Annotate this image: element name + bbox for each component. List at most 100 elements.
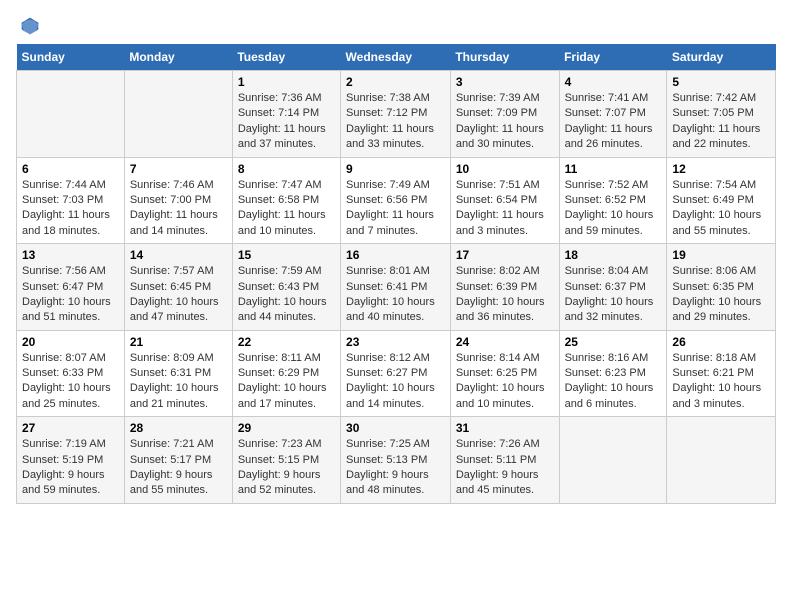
day-info: Sunrise: 7:51 AM Sunset: 6:54 PM Dayligh… bbox=[456, 178, 554, 240]
day-number: 31 bbox=[456, 421, 554, 435]
day-number: 7 bbox=[130, 162, 227, 176]
day-number: 28 bbox=[130, 421, 227, 435]
calendar-header-friday: Friday bbox=[559, 44, 667, 71]
calendar-cell: 23 Sunrise: 8:12 AM Sunset: 6:27 PM Dayli… bbox=[341, 330, 451, 417]
calendar-week-row: 6Sunrise: 7:44 AM Sunset: 7:03 PM Daylig… bbox=[17, 157, 776, 244]
day-info: Sunrise: 7:57 AM Sunset: 6:45 PM Dayligh… bbox=[130, 264, 227, 326]
day-number: 20 bbox=[22, 335, 119, 349]
day-info: Sunrise: 7:46 AM Sunset: 7:00 PM Dayligh… bbox=[130, 178, 227, 240]
calendar-cell: 19 Sunrise: 8:06 AM Sunset: 6:35 PM Dayli… bbox=[667, 244, 776, 331]
day-number: 6 bbox=[22, 162, 119, 176]
day-info: Sunrise: 7:49 AM Sunset: 6:56 PM Dayligh… bbox=[346, 178, 445, 240]
calendar-cell bbox=[124, 71, 232, 158]
calendar-cell: 26 Sunrise: 8:18 AM Sunset: 6:21 PM Dayli… bbox=[667, 330, 776, 417]
calendar-header-saturday: Saturday bbox=[667, 44, 776, 71]
calendar-cell: 4 Sunrise: 7:41 AM Sunset: 7:07 PM Daylig… bbox=[559, 71, 667, 158]
calendar-cell: 28 Sunrise: 7:21 AM Sunset: 5:17 PM Dayli… bbox=[124, 417, 232, 504]
calendar-cell: 11Sunrise: 7:52 AM Sunset: 6:52 PM Dayli… bbox=[559, 157, 667, 244]
page-header bbox=[16, 16, 776, 36]
calendar-cell: 25 Sunrise: 8:16 AM Sunset: 6:23 PM Dayli… bbox=[559, 330, 667, 417]
day-number: 4 bbox=[565, 75, 662, 89]
day-info: Sunrise: 7:59 AM Sunset: 6:43 PM Dayligh… bbox=[238, 264, 335, 326]
day-number: 27 bbox=[22, 421, 119, 435]
calendar-cell: 12 Sunrise: 7:54 AM Sunset: 6:49 PM Dayli… bbox=[667, 157, 776, 244]
calendar-cell: 22 Sunrise: 8:11 AM Sunset: 6:29 PM Dayli… bbox=[232, 330, 340, 417]
calendar-cell: 29 Sunrise: 7:23 AM Sunset: 5:15 PM Dayli… bbox=[232, 417, 340, 504]
calendar-week-row: 27 Sunrise: 7:19 AM Sunset: 5:19 PM Dayli… bbox=[17, 417, 776, 504]
calendar-cell: 1 Sunrise: 7:36 AM Sunset: 7:14 PM Daylig… bbox=[232, 71, 340, 158]
day-number: 24 bbox=[456, 335, 554, 349]
day-info: Sunrise: 8:18 AM Sunset: 6:21 PM Dayligh… bbox=[672, 351, 770, 413]
day-number: 8 bbox=[238, 162, 335, 176]
day-number: 10 bbox=[456, 162, 554, 176]
calendar-cell bbox=[559, 417, 667, 504]
calendar-cell: 2 Sunrise: 7:38 AM Sunset: 7:12 PM Daylig… bbox=[341, 71, 451, 158]
calendar-header-wednesday: Wednesday bbox=[341, 44, 451, 71]
calendar-cell: 30 Sunrise: 7:25 AM Sunset: 5:13 PM Dayli… bbox=[341, 417, 451, 504]
day-info: Sunrise: 8:12 AM Sunset: 6:27 PM Dayligh… bbox=[346, 351, 445, 413]
calendar-header-sunday: Sunday bbox=[17, 44, 125, 71]
day-info: Sunrise: 8:09 AM Sunset: 6:31 PM Dayligh… bbox=[130, 351, 227, 413]
calendar-cell: 31 Sunrise: 7:26 AM Sunset: 5:11 PM Dayli… bbox=[450, 417, 559, 504]
day-number: 9 bbox=[346, 162, 445, 176]
day-info: Sunrise: 7:23 AM Sunset: 5:15 PM Dayligh… bbox=[238, 437, 335, 499]
calendar-cell: 13Sunrise: 7:56 AM Sunset: 6:47 PM Dayli… bbox=[17, 244, 125, 331]
calendar-cell: 15 Sunrise: 7:59 AM Sunset: 6:43 PM Dayli… bbox=[232, 244, 340, 331]
day-info: Sunrise: 7:52 AM Sunset: 6:52 PM Dayligh… bbox=[565, 178, 662, 240]
day-info: Sunrise: 8:02 AM Sunset: 6:39 PM Dayligh… bbox=[456, 264, 554, 326]
day-number: 3 bbox=[456, 75, 554, 89]
day-info: Sunrise: 7:54 AM Sunset: 6:49 PM Dayligh… bbox=[672, 178, 770, 240]
day-info: Sunrise: 7:36 AM Sunset: 7:14 PM Dayligh… bbox=[238, 91, 335, 153]
day-number: 12 bbox=[672, 162, 770, 176]
calendar-header-thursday: Thursday bbox=[450, 44, 559, 71]
calendar-cell bbox=[17, 71, 125, 158]
calendar-header-monday: Monday bbox=[124, 44, 232, 71]
calendar-cell: 10 Sunrise: 7:51 AM Sunset: 6:54 PM Dayli… bbox=[450, 157, 559, 244]
day-number: 29 bbox=[238, 421, 335, 435]
calendar-cell: 6Sunrise: 7:44 AM Sunset: 7:03 PM Daylig… bbox=[17, 157, 125, 244]
day-number: 15 bbox=[238, 248, 335, 262]
calendar-cell: 16 Sunrise: 8:01 AM Sunset: 6:41 PM Dayli… bbox=[341, 244, 451, 331]
day-number: 2 bbox=[346, 75, 445, 89]
day-info: Sunrise: 7:21 AM Sunset: 5:17 PM Dayligh… bbox=[130, 437, 227, 499]
day-number: 23 bbox=[346, 335, 445, 349]
day-info: Sunrise: 7:19 AM Sunset: 5:19 PM Dayligh… bbox=[22, 437, 119, 499]
day-info: Sunrise: 8:06 AM Sunset: 6:35 PM Dayligh… bbox=[672, 264, 770, 326]
day-info: Sunrise: 7:25 AM Sunset: 5:13 PM Dayligh… bbox=[346, 437, 445, 499]
day-number: 21 bbox=[130, 335, 227, 349]
calendar-table: SundayMondayTuesdayWednesdayThursdayFrid… bbox=[16, 44, 776, 504]
calendar-cell: 9 Sunrise: 7:49 AM Sunset: 6:56 PM Daylig… bbox=[341, 157, 451, 244]
calendar-cell: 18Sunrise: 8:04 AM Sunset: 6:37 PM Dayli… bbox=[559, 244, 667, 331]
calendar-cell: 20 Sunrise: 8:07 AM Sunset: 6:33 PM Dayli… bbox=[17, 330, 125, 417]
day-number: 13 bbox=[22, 248, 119, 262]
calendar-cell: 21 Sunrise: 8:09 AM Sunset: 6:31 PM Dayli… bbox=[124, 330, 232, 417]
day-info: Sunrise: 7:26 AM Sunset: 5:11 PM Dayligh… bbox=[456, 437, 554, 499]
day-number: 19 bbox=[672, 248, 770, 262]
day-info: Sunrise: 8:07 AM Sunset: 6:33 PM Dayligh… bbox=[22, 351, 119, 413]
calendar-cell: 27 Sunrise: 7:19 AM Sunset: 5:19 PM Dayli… bbox=[17, 417, 125, 504]
logo-icon bbox=[20, 16, 40, 36]
calendar-cell: 17 Sunrise: 8:02 AM Sunset: 6:39 PM Dayli… bbox=[450, 244, 559, 331]
calendar-week-row: 1 Sunrise: 7:36 AM Sunset: 7:14 PM Daylig… bbox=[17, 71, 776, 158]
day-info: Sunrise: 7:41 AM Sunset: 7:07 PM Dayligh… bbox=[565, 91, 662, 153]
day-number: 17 bbox=[456, 248, 554, 262]
day-info: Sunrise: 7:47 AM Sunset: 6:58 PM Dayligh… bbox=[238, 178, 335, 240]
day-info: Sunrise: 8:11 AM Sunset: 6:29 PM Dayligh… bbox=[238, 351, 335, 413]
calendar-cell: 8 Sunrise: 7:47 AM Sunset: 6:58 PM Daylig… bbox=[232, 157, 340, 244]
day-info: Sunrise: 8:16 AM Sunset: 6:23 PM Dayligh… bbox=[565, 351, 662, 413]
logo bbox=[16, 16, 40, 36]
calendar-cell: 5Sunrise: 7:42 AM Sunset: 7:05 PM Daylig… bbox=[667, 71, 776, 158]
day-info: Sunrise: 7:38 AM Sunset: 7:12 PM Dayligh… bbox=[346, 91, 445, 153]
day-number: 30 bbox=[346, 421, 445, 435]
day-info: Sunrise: 7:42 AM Sunset: 7:05 PM Dayligh… bbox=[672, 91, 770, 153]
calendar-week-row: 13Sunrise: 7:56 AM Sunset: 6:47 PM Dayli… bbox=[17, 244, 776, 331]
day-number: 22 bbox=[238, 335, 335, 349]
day-number: 16 bbox=[346, 248, 445, 262]
day-info: Sunrise: 8:04 AM Sunset: 6:37 PM Dayligh… bbox=[565, 264, 662, 326]
day-number: 26 bbox=[672, 335, 770, 349]
day-number: 25 bbox=[565, 335, 662, 349]
day-info: Sunrise: 8:01 AM Sunset: 6:41 PM Dayligh… bbox=[346, 264, 445, 326]
day-number: 14 bbox=[130, 248, 227, 262]
calendar-cell: 24Sunrise: 8:14 AM Sunset: 6:25 PM Dayli… bbox=[450, 330, 559, 417]
day-number: 1 bbox=[238, 75, 335, 89]
